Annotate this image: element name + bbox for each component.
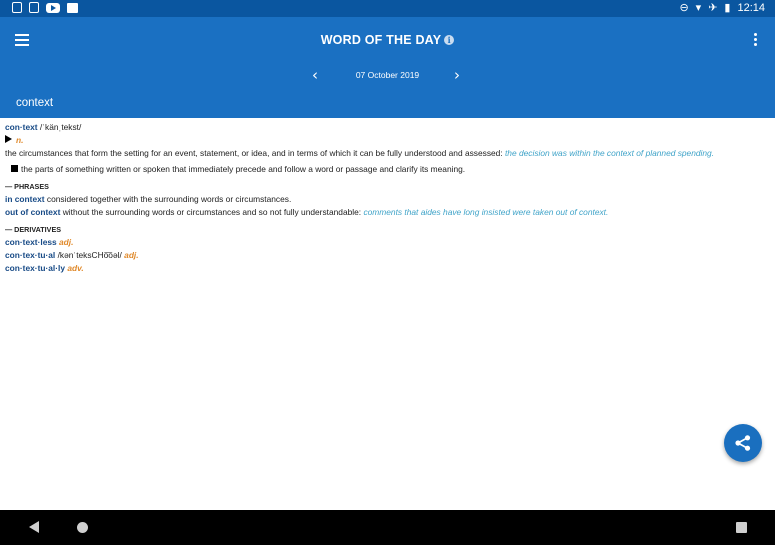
- derivative-pos: adj.: [124, 250, 139, 260]
- system-nav-bar: [0, 510, 775, 545]
- derivative-word: con·tex·tu·al·ly: [5, 263, 66, 273]
- derivative-pos: adj.: [59, 237, 74, 247]
- status-bar: ⊖ ▾ ✈ ▮ 12:14: [0, 0, 775, 17]
- share-icon: [735, 435, 751, 451]
- share-button[interactable]: [724, 424, 762, 462]
- image-icon: [67, 2, 78, 13]
- date-navigator: ‹ 07 October 2019 ›: [0, 67, 775, 85]
- sim-card-icon: [12, 2, 22, 13]
- derivatives-heading: — DERIVATIVES: [5, 225, 62, 234]
- recents-icon[interactable]: [736, 522, 747, 533]
- pos-line: n.: [5, 134, 765, 147]
- derivative-pronunciation: /kənˈteksCHo͞oəl/: [57, 250, 122, 260]
- battery-icon: ▮: [724, 2, 731, 14]
- more-options-icon[interactable]: [754, 33, 758, 47]
- phrase-item: out of context without the surrounding w…: [5, 206, 765, 219]
- home-icon[interactable]: [77, 522, 88, 533]
- phrases-heading: — PHRASES: [5, 182, 49, 191]
- page-title: WORD OF THE DAY i: [0, 33, 775, 47]
- derivative-pos: adv.: [67, 263, 84, 273]
- definition-1: the circumstances that form the setting …: [5, 147, 765, 160]
- phrase-term: in context: [5, 194, 45, 204]
- triangle-bullet-icon: [5, 135, 12, 143]
- status-right-icons: ⊖ ▾ ✈ ▮ 12:14: [679, 2, 765, 14]
- derivative-word: con·tex·tu·al: [5, 250, 56, 260]
- status-left-icons: [12, 2, 78, 13]
- definition-text: the parts of something written or spoken…: [21, 164, 466, 174]
- definition-2: the parts of something written or spoken…: [5, 163, 765, 176]
- derivative-word: con·text·less: [5, 237, 57, 247]
- definition-text: the circumstances that form the setting …: [5, 148, 503, 158]
- derivative-item: con·tex·tu·al /kənˈteksCHo͞oəl/ adj.: [5, 249, 765, 262]
- derivative-item: con·text·less adj.: [5, 236, 765, 249]
- derivative-item: con·tex·tu·al·ly adv.: [5, 262, 765, 275]
- entry-content: con·text /ˈkänˌtekst/ n. the circumstanc…: [5, 121, 765, 275]
- phrase-text: considered together with the surrounding…: [46, 194, 292, 204]
- info-icon[interactable]: i: [444, 35, 455, 45]
- airplane-icon: ✈: [708, 2, 718, 14]
- app-bar: WORD OF THE DAY i ‹ 07 October 2019 › con…: [0, 17, 775, 118]
- square-bullet-icon: [11, 165, 18, 172]
- date-label: 07 October 2019: [355, 70, 420, 80]
- youtube-icon: [46, 2, 60, 13]
- back-icon[interactable]: [29, 521, 39, 533]
- headword-line: con·text /ˈkänˌtekst/: [5, 121, 765, 134]
- do-not-disturb-icon: ⊖: [679, 2, 689, 14]
- pronunciation: /ˈkänˌtekst/: [39, 122, 82, 132]
- headword: con·text: [5, 122, 38, 132]
- phrase-term: out of context: [5, 207, 61, 217]
- phrase-text: without the surrounding words or circums…: [62, 207, 362, 217]
- definition-example: the decision was within the context of p…: [504, 148, 715, 158]
- sim-card-icon: [29, 2, 39, 13]
- next-day-icon[interactable]: ›: [454, 67, 460, 83]
- phrase-example: comments that aides have long insisted w…: [363, 207, 609, 217]
- clock: 12:14: [737, 2, 765, 14]
- part-of-speech: n.: [16, 135, 24, 145]
- page-title-text: WORD OF THE DAY: [320, 33, 442, 47]
- word-title: context: [16, 97, 54, 109]
- phrase-item: in context considered together with the …: [5, 193, 765, 206]
- wifi-icon: ▾: [695, 2, 702, 14]
